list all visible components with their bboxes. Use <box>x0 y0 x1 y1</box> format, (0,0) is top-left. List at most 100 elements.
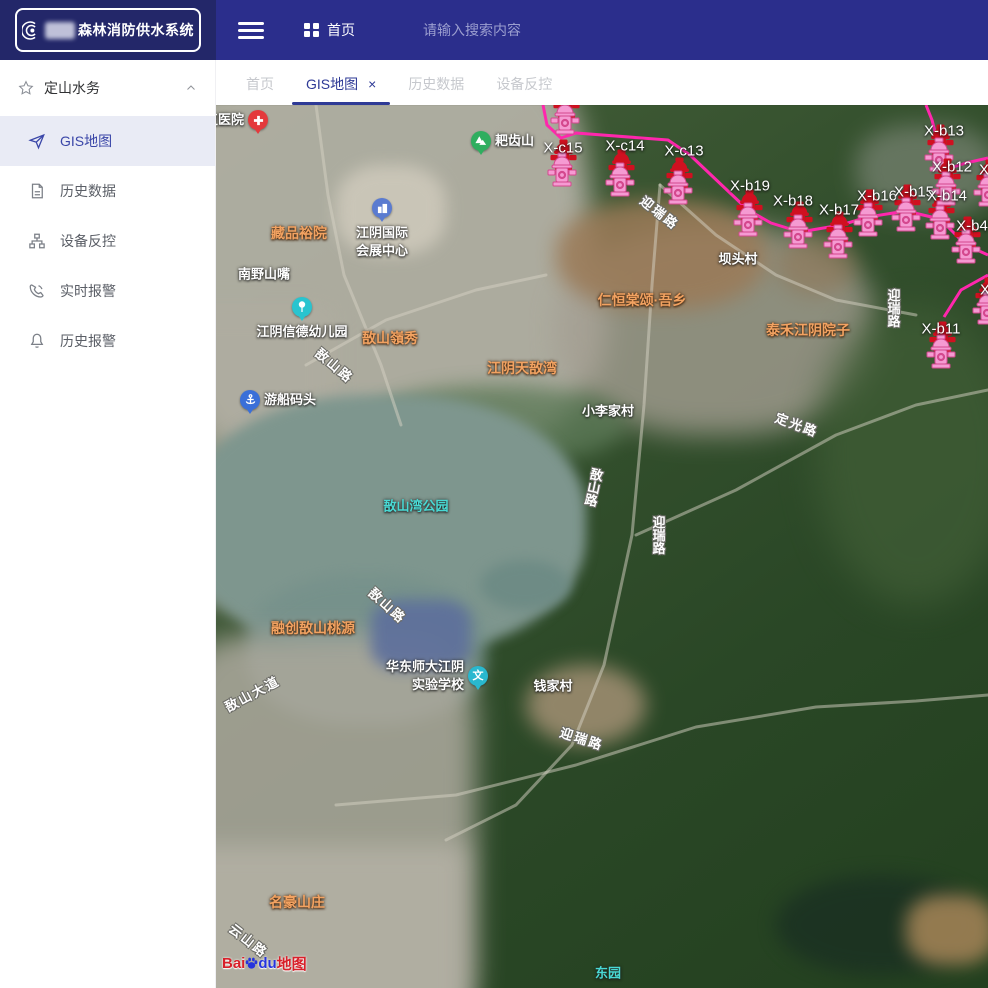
tab-history-data[interactable]: 历史数据 <box>392 60 480 105</box>
poi-label: 林康复医院 <box>216 111 244 129</box>
place-label: 泰禾江阴院子 <box>766 320 850 340</box>
poi-pin-tail <box>477 149 485 159</box>
tab-label: 首页 <box>246 76 274 92</box>
tab-home[interactable]: 首页 <box>230 60 290 105</box>
hydrant-marker-X-c15[interactable] <box>547 153 577 187</box>
hydrant-label: X-c14 <box>605 138 644 155</box>
gis-map[interactable]: X-c15X-c14X-c13X-b19X-b18X-b17X-b16X-b15… <box>216 105 988 988</box>
sidebar-item-gis-map[interactable]: GIS地图 <box>0 116 215 166</box>
place-label: 名豪山庄 <box>269 892 325 912</box>
hydrant-label: X-b19 <box>730 178 770 195</box>
poi-label: 江阴信德幼儿园 <box>256 323 347 341</box>
logo-panel: 森林消防供水系统 <box>0 0 216 60</box>
menu-toggle-icon[interactable] <box>238 18 264 43</box>
road-label: 敔山路 <box>312 343 359 386</box>
poi-pin-tail <box>254 128 262 138</box>
sidebar-item-realtime-alarm[interactable]: 实时报警 <box>0 266 215 316</box>
bell-icon <box>28 332 46 350</box>
poi-label: 耙齿山 <box>495 132 534 150</box>
map-objects-layer: X-c15X-c14X-c13X-b19X-b18X-b17X-b16X-b15… <box>216 105 988 988</box>
sidebar-group-dingshan[interactable]: 定山水务 <box>0 60 215 116</box>
poi-pin-balloon-icon[interactable] <box>292 297 312 317</box>
hydrant-label: X-b14 <box>927 188 967 205</box>
baidu-logo-suffix: 地图 <box>277 953 307 974</box>
star-icon <box>18 80 34 96</box>
road-label: 迎瑞路 <box>649 516 668 555</box>
send-icon <box>28 132 46 150</box>
poi-pin-anchor-icon[interactable] <box>240 390 260 410</box>
baidu-logo-text: du <box>258 955 276 972</box>
hydrant-marker-X-b17[interactable] <box>823 225 853 259</box>
sidebar-item-label: 历史数据 <box>60 181 116 201</box>
sidebar-item-label: 实时报警 <box>60 281 116 301</box>
poi-pin-mountain-icon[interactable] <box>471 131 491 151</box>
sidebar-item-device-control[interactable]: 设备反控 <box>0 216 215 266</box>
tab-gis-map[interactable]: GIS地图 × <box>290 60 392 105</box>
hydrant-label: X-c13 <box>664 143 703 160</box>
chevron-up-icon[interactable] <box>185 82 197 94</box>
hydrant-label: X-b16 <box>857 188 897 205</box>
poi-label: 游船码头 <box>264 391 316 409</box>
home-shortcut[interactable]: 首页 <box>304 20 355 40</box>
place-label: 敔山嶺秀 <box>362 328 418 348</box>
place-label: 仁恒棠颂·吾乡 <box>598 290 687 310</box>
place-label: 融创敔山桃源 <box>271 618 355 638</box>
hydrant-label: X-b17 <box>819 202 859 219</box>
sidebar: 定山水务 GIS地图 历史数据 设备反控 实时报警 <box>0 60 216 988</box>
tab-device-control[interactable]: 设备反控 <box>480 60 568 105</box>
header-main: 首页 <box>216 0 988 60</box>
place-label: 江阴天敔湾 <box>487 358 557 378</box>
hydrant-label: X <box>980 282 988 299</box>
hydrant-marker-X-b4[interactable] <box>951 230 981 264</box>
baidu-maps-logo: Baidu地图 <box>222 953 307 974</box>
redacted-logo-prefix <box>45 22 75 39</box>
hydrant-label: X-b11 <box>922 321 961 338</box>
phone-icon <box>28 282 46 300</box>
road-label: 敔山大道 <box>221 671 283 716</box>
search-input[interactable] <box>423 22 593 38</box>
grid-icon <box>304 23 319 38</box>
sidebar-item-history-data[interactable]: 历史数据 <box>0 166 215 216</box>
sitemap-icon <box>28 232 46 250</box>
hydrant-label: X-b4 <box>956 218 988 235</box>
place-label: 南野山嘴 <box>238 264 290 283</box>
poi-pin-building-icon[interactable] <box>372 198 392 218</box>
place-label: 钱家村 <box>533 676 572 695</box>
sidebar-item-label: 设备反控 <box>60 231 116 251</box>
road-label: 迎瑞路 <box>558 722 607 754</box>
poi-label: 江阴国际会展中心 <box>356 224 408 260</box>
road-label: 敔山路 <box>580 466 607 508</box>
app-logo: 森林消防供水系统 <box>15 8 201 52</box>
app-title: 森林消防供水系统 <box>78 20 194 40</box>
poi-pin-cross-icon[interactable] <box>248 110 268 130</box>
tab-label: GIS地图 <box>306 76 358 92</box>
poi-pin-tail <box>474 684 482 694</box>
sidebar-item-label: 历史报警 <box>60 331 116 351</box>
road-label: 敔山路 <box>365 583 411 627</box>
hydrant-label: X-b13 <box>924 123 964 140</box>
hydrant-marker-X-c13[interactable] <box>663 171 693 205</box>
logo-icon <box>22 18 42 43</box>
tab-label: 设备反控 <box>496 76 552 92</box>
hydrant-marker-X-c14[interactable] <box>605 163 635 197</box>
hydrant-label: X-c15 <box>543 140 582 157</box>
baidu-logo-text: Bai <box>222 955 245 972</box>
road-label: 定光路 <box>773 407 822 440</box>
sidebar-group-label: 定山水务 <box>44 78 100 98</box>
road-label: 迎瑞路 <box>884 289 903 328</box>
hydrant-label: X <box>979 162 988 179</box>
tab-bar: 首页 GIS地图 × 历史数据 设备反控 <box>216 60 988 105</box>
place-label: 藏品裕院 <box>271 223 327 243</box>
close-tab-icon[interactable]: × <box>368 76 376 92</box>
hydrant-marker-X-b11[interactable] <box>926 335 956 369</box>
hydrant-marker-X-b19[interactable] <box>733 203 763 237</box>
poi-label: 华东师大江阴实验学校 <box>386 658 464 694</box>
hydrant-marker[interactable] <box>550 105 580 135</box>
poi-pin-wen-icon[interactable]: 文 <box>468 666 488 686</box>
sidebar-item-history-alarm[interactable]: 历史报警 <box>0 316 215 366</box>
hydrant-marker-X-b18[interactable] <box>783 215 813 249</box>
home-shortcut-label: 首页 <box>327 20 355 40</box>
tab-label: 历史数据 <box>408 76 464 92</box>
place-label: 敔山湾公园 <box>383 496 448 515</box>
sidebar-item-label: GIS地图 <box>60 131 112 151</box>
